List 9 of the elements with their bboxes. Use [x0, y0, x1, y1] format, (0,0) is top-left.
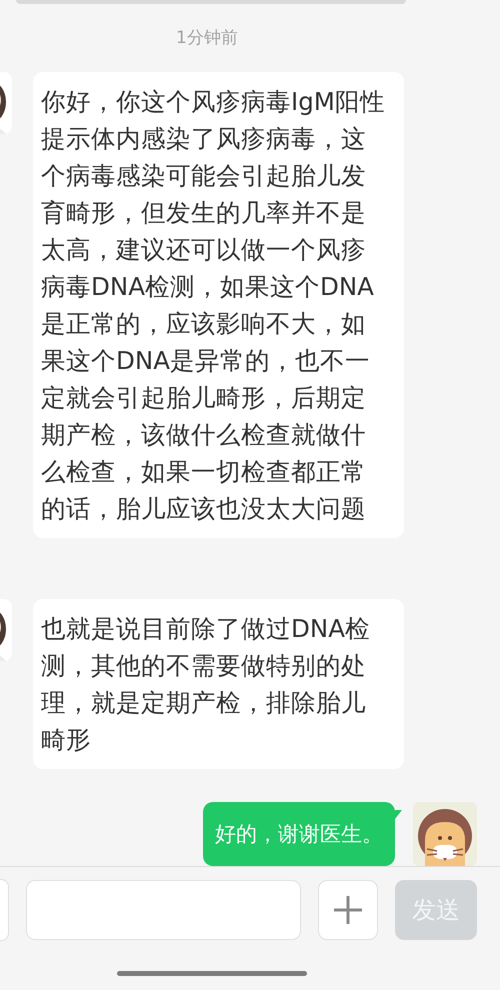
message-input[interactable]: [26, 880, 301, 940]
message-bubble: 也就是说目前除了做过DNA检测，其他的不需要做特别的处理，就是定期产检，排除胎儿畸形: [33, 599, 404, 769]
timestamp: 1分钟前: [176, 27, 238, 50]
plus-icon: [333, 895, 363, 925]
lion-avatar: [413, 802, 477, 866]
message-bubble: 你好，你这个风疹病毒IgM阳性提示体内感染了风疹病毒，这个病毒感染可能会引起胎儿发育畸形，但发生的几率并不是太高，建议还可以做一个风疹病毒DNA检测，如果这个DNA是正常的，应该影响不大，如果这个DNA是异常的，也不一定就会引起胎儿畸形，后期定期产检，该做什么检查就做什么检查，如果一切检查都正常的话，胎儿应该也没太大问题: [33, 72, 404, 538]
bubble-tail: [395, 810, 402, 819]
message-bubble: 好的，谢谢医生。: [203, 802, 395, 866]
add-button[interactable]: [318, 880, 378, 940]
